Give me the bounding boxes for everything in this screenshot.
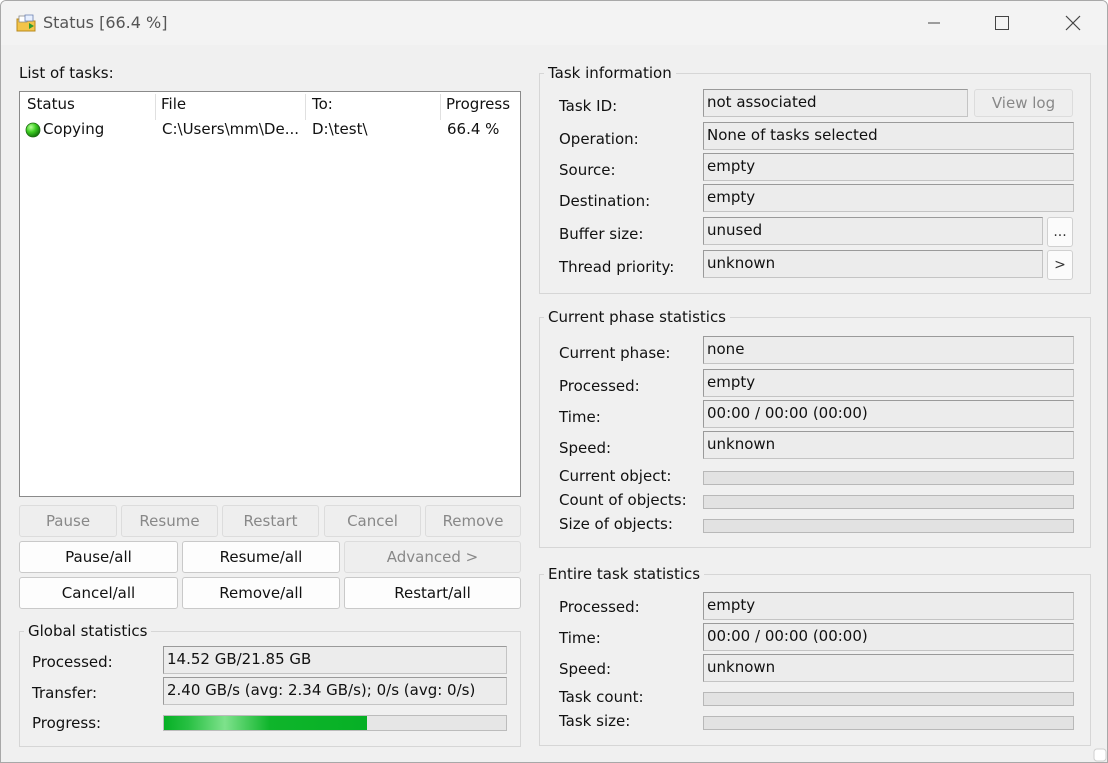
source-value: empty [703, 153, 1074, 181]
entire-speed-value: unknown [703, 654, 1074, 682]
resize-grip-icon[interactable] [1093, 748, 1107, 762]
remove-all-button[interactable]: Remove/all [182, 577, 340, 609]
size-of-objects-label: Size of objects: [559, 515, 673, 533]
column-separator[interactable] [440, 94, 441, 120]
phase-speed-label: Speed: [559, 439, 612, 457]
column-header-file[interactable]: File [161, 95, 186, 119]
cancel-button[interactable]: Cancel [324, 505, 421, 537]
global-progress-fill [164, 716, 368, 730]
global-processed-value: 14.52 GB/21.85 GB [163, 646, 507, 674]
entire-time-label: Time: [559, 629, 601, 647]
task-status: Copying [43, 120, 105, 138]
global-progress-label: Progress: [32, 714, 102, 732]
count-of-objects-bar [703, 495, 1074, 509]
current-phase-label: Current phase: [559, 344, 671, 362]
app-icon [15, 13, 37, 33]
destination-label: Destination: [559, 192, 651, 210]
status-window: Status [66.4 %] List of tasks: Status Fi… [0, 0, 1108, 763]
entire-processed-label: Processed: [559, 598, 640, 616]
phase-speed-value: unknown [703, 431, 1074, 459]
minimize-icon [928, 22, 940, 24]
view-log-button[interactable]: View log [974, 89, 1073, 117]
status-green-icon [25, 122, 41, 142]
phase-statistics-title: Current phase statistics [544, 308, 731, 326]
column-header-progress[interactable]: Progress [446, 95, 510, 119]
global-transfer-label: Transfer: [32, 684, 98, 702]
buffer-size-button[interactable]: ... [1047, 217, 1073, 247]
tasks-heading: List of tasks: [19, 64, 114, 82]
task-destination: D:\test\ [312, 120, 368, 138]
phase-processed-label: Processed: [559, 377, 640, 395]
entire-processed-value: empty [703, 592, 1074, 620]
global-transfer-value: 2.40 GB/s (avg: 2.34 GB/s); 0/s (avg: 0/… [163, 677, 507, 705]
global-statistics-title: Global statistics [24, 622, 152, 640]
global-processed-label: Processed: [32, 653, 113, 671]
column-header-to[interactable]: To: [312, 95, 333, 119]
column-separator[interactable] [305, 94, 306, 120]
task-count-label: Task count: [559, 688, 644, 706]
window-title: Status [66.4 %] [43, 13, 168, 32]
tasks-list[interactable]: Status File To: Progress Copying C:\User… [19, 91, 521, 497]
close-button[interactable] [1050, 7, 1096, 39]
thread-priority-value: unknown [703, 250, 1043, 278]
task-id-value: not associated [703, 89, 968, 117]
task-id-label: Task ID: [559, 97, 618, 115]
phase-processed-value: empty [703, 369, 1074, 397]
task-count-bar [703, 692, 1074, 706]
maximize-icon [995, 16, 1009, 30]
restart-button[interactable]: Restart [222, 505, 319, 537]
pause-button[interactable]: Pause [19, 505, 117, 537]
pause-all-button[interactable]: Pause/all [19, 541, 178, 573]
restart-all-button[interactable]: Restart/all [344, 577, 521, 609]
thread-priority-button[interactable]: > [1047, 250, 1073, 280]
buffer-size-value: unused [703, 217, 1043, 245]
size-of-objects-bar [703, 519, 1074, 533]
thread-priority-label: Thread priority: [559, 258, 675, 276]
task-size-label: Task size: [559, 712, 631, 730]
close-icon [1065, 15, 1081, 31]
operation-value: None of tasks selected [703, 122, 1074, 150]
current-object-bar [703, 471, 1074, 485]
destination-value: empty [703, 184, 1074, 212]
buffer-size-label: Buffer size: [559, 225, 644, 243]
resume-button[interactable]: Resume [121, 505, 218, 537]
maximize-button[interactable] [979, 7, 1025, 39]
advanced-button[interactable]: Advanced > [344, 541, 521, 573]
resume-all-button[interactable]: Resume/all [182, 541, 340, 573]
entire-time-value: 00:00 / 00:00 (00:00) [703, 623, 1074, 651]
task-file: C:\Users\mm\De... [162, 120, 299, 138]
task-information-title: Task information [544, 64, 676, 82]
minimize-button[interactable] [911, 7, 957, 39]
remove-button[interactable]: Remove [425, 505, 521, 537]
global-progress-bar [163, 715, 507, 731]
phase-time-label: Time: [559, 408, 601, 426]
cancel-all-button[interactable]: Cancel/all [19, 577, 178, 609]
column-separator[interactable] [155, 94, 156, 120]
title-bar[interactable]: Status [66.4 %] [1, 1, 1107, 45]
current-object-label: Current object: [559, 467, 672, 485]
current-phase-value: none [703, 336, 1074, 364]
task-size-bar [703, 716, 1074, 730]
operation-label: Operation: [559, 130, 639, 148]
column-header-status[interactable]: Status [27, 95, 75, 119]
count-of-objects-label: Count of objects: [559, 491, 687, 509]
phase-time-value: 00:00 / 00:00 (00:00) [703, 400, 1074, 428]
source-label: Source: [559, 161, 616, 179]
entire-speed-label: Speed: [559, 660, 612, 678]
entire-statistics-title: Entire task statistics [544, 565, 705, 583]
task-progress: 66.4 % [447, 120, 500, 138]
